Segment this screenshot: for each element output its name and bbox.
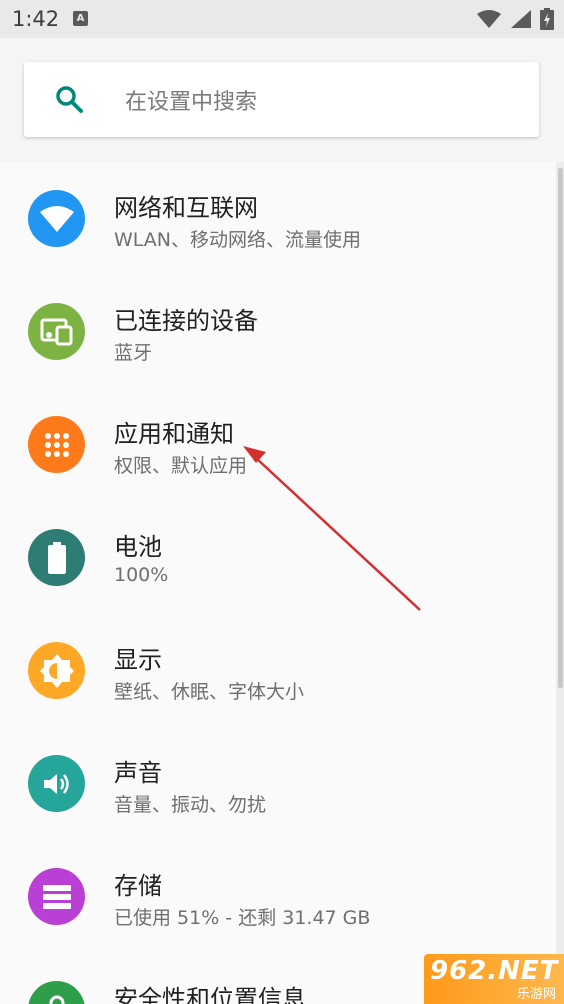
settings-item-network[interactable]: 网络和互联网 WLAN、移动网络、流量使用	[0, 162, 556, 274]
battery-icon	[28, 529, 85, 586]
notification-icon: A	[73, 11, 88, 26]
search-area: 在设置中搜索	[0, 38, 564, 162]
settings-item-display[interactable]: 显示 壁纸、休眠、字体大小	[0, 614, 556, 726]
status-bar: 1:42 A	[0, 0, 564, 38]
settings-item-subtitle: 已使用 51% - 还剩 31.47 GB	[114, 907, 371, 929]
scrollbar[interactable]	[556, 162, 564, 1004]
settings-item-connected-devices[interactable]: 已连接的设备 蓝牙	[0, 275, 556, 387]
settings-item-title: 应用和通知	[114, 420, 234, 448]
search-placeholder: 在设置中搜索	[125, 90, 258, 115]
search-bar[interactable]: 在设置中搜索	[24, 62, 539, 137]
settings-item-storage[interactable]: 存储 已使用 51% - 还剩 31.47 GB	[0, 840, 556, 952]
settings-item-battery[interactable]: 电池 100%	[0, 501, 556, 613]
settings-item-title: 安全性和位置信息	[114, 985, 306, 1004]
settings-list: 网络和互联网 WLAN、移动网络、流量使用 已连接的设备 蓝牙 应用和通知 权限…	[0, 162, 556, 1004]
settings-item-title: 声音	[114, 759, 162, 787]
settings-item-subtitle: 音量、振动、勿扰	[114, 794, 267, 816]
devices-icon	[28, 303, 85, 360]
brightness-icon	[28, 642, 85, 699]
settings-item-subtitle: 权限、默认应用	[114, 455, 248, 477]
settings-item-title: 已连接的设备	[114, 307, 258, 335]
wifi-icon	[28, 190, 85, 247]
watermark-main: 962.NET	[430, 956, 559, 986]
battery-charging-icon	[540, 8, 554, 30]
settings-item-sound[interactable]: 声音 音量、振动、勿扰	[0, 727, 556, 839]
lock-icon	[28, 981, 85, 1004]
search-icon[interactable]	[54, 84, 84, 114]
settings-item-subtitle: 蓝牙	[114, 342, 153, 364]
watermark-logo: 962.NET 乐游网	[424, 954, 564, 1004]
settings-item-subtitle: 100%	[114, 564, 169, 586]
settings-item-subtitle: WLAN、移动网络、流量使用	[114, 229, 362, 251]
scrollbar-thumb[interactable]	[558, 168, 563, 688]
apps-grid-icon	[28, 416, 85, 473]
watermark-sub: 乐游网	[516, 987, 556, 1002]
settings-item-title: 电池	[114, 533, 162, 561]
settings-item-apps[interactable]: 应用和通知 权限、默认应用	[0, 388, 556, 500]
settings-item-subtitle: 壁纸、休眠、字体大小	[114, 681, 305, 703]
settings-item-title: 网络和互联网	[114, 194, 258, 222]
settings-item-title: 显示	[114, 646, 162, 674]
storage-icon	[28, 868, 85, 925]
signal-icon	[511, 10, 531, 28]
settings-item-title: 存储	[114, 872, 162, 900]
wifi-icon	[477, 10, 501, 28]
volume-icon	[28, 755, 85, 812]
status-time: 1:42	[12, 7, 60, 31]
